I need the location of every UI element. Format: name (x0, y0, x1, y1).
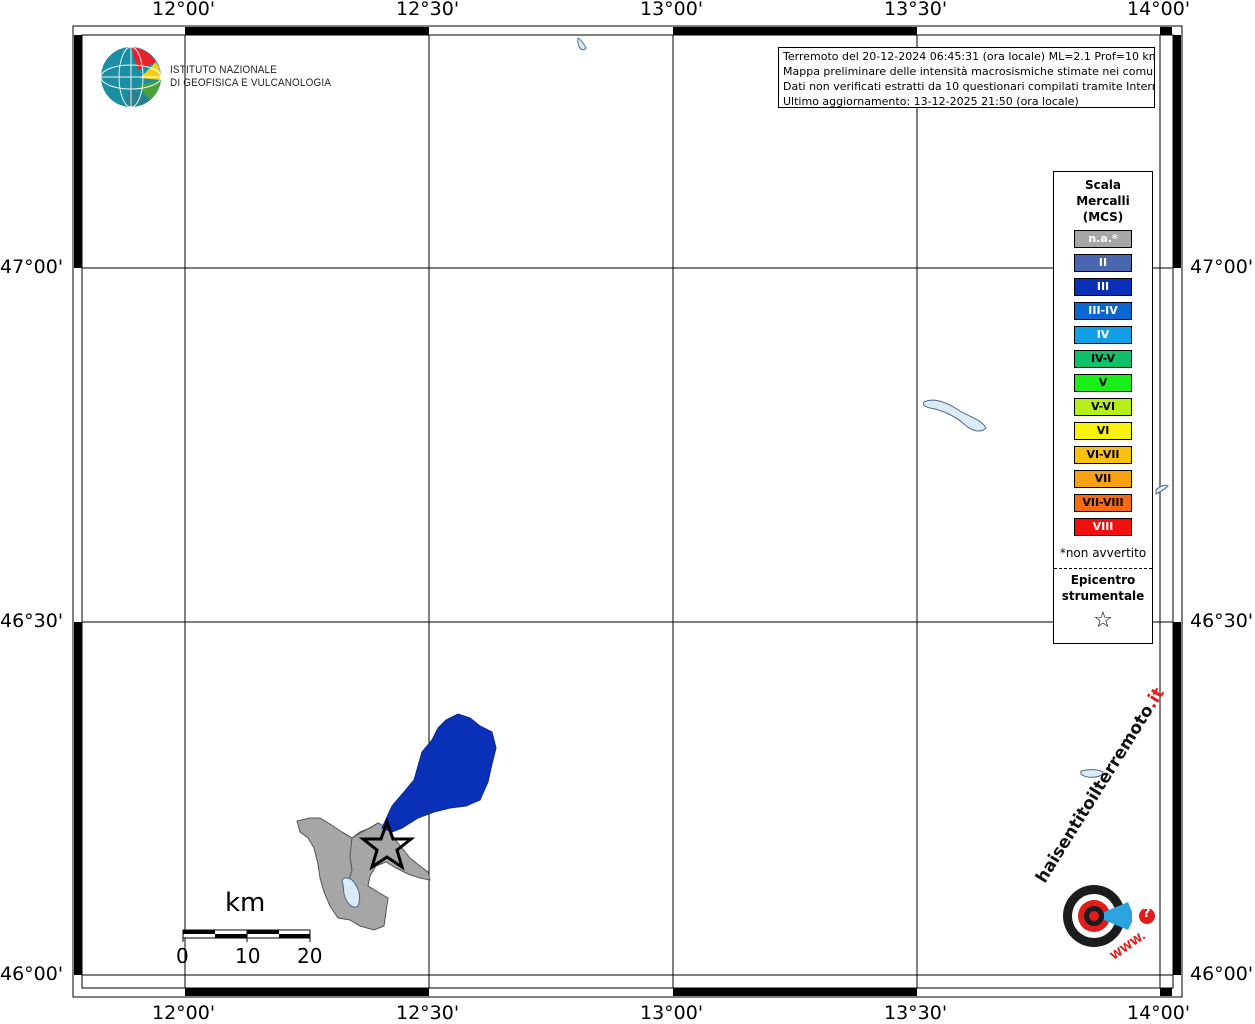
legend-epicenter-label: Epicentro strumentale (1061, 573, 1145, 603)
lat-label-right-46-30: 46°30' (1190, 610, 1254, 632)
frame-bar-top-3 (1160, 27, 1172, 35)
legend-label-VII-VIII: VII-VIII (1082, 496, 1124, 509)
legend-swatch-III-IV: III-IV (1074, 302, 1132, 320)
lon-label-bottom-13-00: 13°00' (640, 1002, 704, 1024)
scale-bar-unit: km (225, 888, 266, 918)
lat-label-left-46-00: 46°00' (0, 963, 64, 985)
legend-swatch-VI-VII: VI-VII (1074, 446, 1132, 464)
event-info-line2: Mappa preliminare delle intensità macros… (783, 65, 1155, 78)
scale-bar (182, 929, 311, 942)
map-outer-frame (72, 25, 1183, 998)
lon-label-top-13-30: 13°30' (884, 0, 948, 20)
graticule (82, 35, 1173, 988)
scale-tick-20: 20 (297, 944, 323, 968)
legend-label-IV-V: IV-V (1090, 352, 1116, 365)
lat-label-left-46-30: 46°30' (0, 610, 64, 632)
frame-bar-top-1 (185, 27, 429, 35)
frame-bar-right-1 (1173, 35, 1181, 268)
frame-bar-bottom-1 (185, 988, 429, 996)
legend-swatch-VII-VIII: VII-VIII (1074, 494, 1132, 512)
ingv-logo-text: ISTITUTO NAZIONALE DI GEOFISICA E VULCAN… (170, 64, 331, 90)
legend-label-VIII: VIII (1092, 520, 1114, 533)
event-info-box: Terremoto del 20-12-2024 06:45:31 (ora l… (778, 47, 1155, 108)
legend-star-icon: ☆ (1093, 608, 1113, 633)
lon-label-top-12-30: 12°30' (396, 0, 460, 20)
lon-label-top-13-00: 13°00' (640, 0, 704, 20)
event-info-line4: Ultimo aggiornamento: 13-12-2025 21:50 (… (783, 95, 1079, 108)
legend-label-IV: IV (1096, 328, 1110, 341)
legend-note: *non avvertito (1059, 546, 1147, 560)
event-info-line3: Dati non verificati estratti da 10 quest… (783, 80, 1155, 93)
frame-bar-left-2 (74, 622, 82, 975)
legend-swatch-VIII: VIII (1074, 518, 1132, 536)
ingv-name-line2: DI GEOFISICA E VULCANOLOGIA (170, 77, 332, 89)
frame-bar-top-2 (673, 27, 917, 35)
legend-swatch-III: III (1074, 278, 1132, 296)
lat-label-left-47-00: 47°00' (0, 256, 64, 278)
lon-label-top-12-00: 12°00' (152, 0, 216, 20)
lon-label-bottom-12-30: 12°30' (396, 1002, 460, 1024)
frame-bar-left-1 (74, 35, 82, 268)
event-info-line1: Terremoto del 20-12-2024 06:45:31 (ora l… (783, 50, 1155, 63)
legend-swatch-V-VI: V-VI (1074, 398, 1132, 416)
lake-1 (577, 37, 587, 51)
legend-swatch-II: II (1074, 254, 1132, 272)
legend-swatch-IV-V: IV-V (1074, 350, 1132, 368)
legend-label-V: V (1098, 376, 1108, 389)
lon-label-bottom-13-30: 13°30' (884, 1002, 948, 1024)
legend-label-III-IV: III-IV (1088, 304, 1118, 317)
lake-3 (1155, 484, 1169, 495)
map-inner-frame (81, 34, 1174, 989)
legend-swatch-VI: VI (1074, 422, 1132, 440)
legend-swatch-V: V (1074, 374, 1132, 392)
lat-label-right-47-00: 47°00' (1190, 256, 1254, 278)
frame-bar-bottom-2 (673, 988, 917, 996)
legend-label-III: III (1096, 280, 1110, 293)
lon-label-top-14-00: 14°00' (1127, 0, 1191, 20)
legend-label-VII: VII (1094, 472, 1112, 485)
lat-label-right-46-00: 46°00' (1190, 963, 1254, 985)
legend-label-na: n.a.* (1088, 232, 1118, 245)
haisentito-question-icon: ? (1143, 906, 1151, 921)
legend-label-VI-VII: VI-VII (1086, 448, 1120, 461)
legend-swatch-VII: VII (1074, 470, 1132, 488)
legend-label-II: II (1098, 256, 1108, 269)
mcs-legend: Scala Mercalli (MCS) n.a.* II III III-IV… (1053, 171, 1153, 644)
legend-label-V-VI: V-VI (1090, 400, 1116, 413)
legend-swatch-IV: IV (1074, 326, 1132, 344)
frame-bar-bottom-3 (1160, 988, 1172, 996)
frame-bar-right-2 (1173, 622, 1181, 975)
scale-tick-0: 0 (176, 944, 189, 968)
lon-label-bottom-12-00: 12°00' (152, 1002, 216, 1024)
legend-label-VI: VI (1096, 424, 1110, 437)
ingv-name-line1: ISTITUTO NAZIONALE (170, 64, 278, 76)
ingv-logo-icon (100, 46, 162, 108)
lon-label-bottom-14-00: 14°00' (1127, 1002, 1191, 1024)
legend-title: Scala Mercalli (MCS) (1076, 178, 1130, 224)
scale-tick-10: 10 (235, 944, 261, 968)
municipality-na[interactable] (296, 817, 431, 931)
legend-divider (1054, 568, 1152, 569)
lake-2 (922, 399, 987, 432)
legend-swatch-na: n.a.* (1074, 230, 1132, 248)
municipality-III[interactable] (381, 713, 497, 833)
